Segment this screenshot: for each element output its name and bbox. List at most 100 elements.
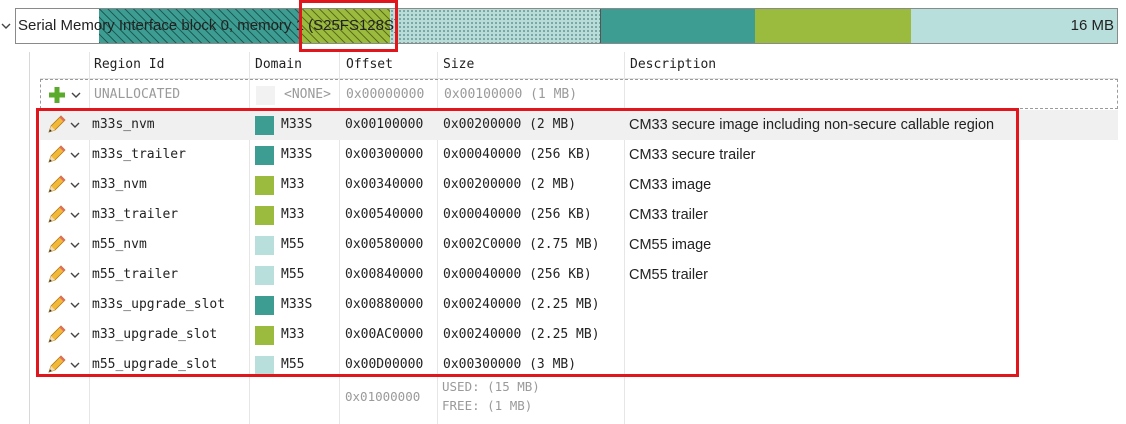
description: CM33 image	[629, 177, 712, 193]
domain: M55	[281, 237, 305, 252]
pencil-icon[interactable]	[46, 204, 68, 226]
size: 0x00200000 (2 MB)	[443, 177, 577, 192]
pencil-icon[interactable]	[46, 114, 68, 136]
region-id: m33_trailer	[92, 207, 179, 222]
memory-label: Serial Memory Interface block 0, memory …	[18, 17, 399, 34]
offset: 0x00AC0000	[345, 327, 424, 342]
region-id: m33_nvm	[92, 177, 147, 192]
description: CM55 trailer	[629, 267, 708, 283]
memory-map-bar[interactable]: Serial Memory Interface block 0, memory …	[15, 8, 1118, 44]
pencil-icon[interactable]	[46, 144, 68, 166]
plus-icon[interactable]	[48, 86, 66, 104]
domain-color-swatch	[255, 236, 274, 255]
domain: M55	[281, 357, 305, 372]
table-header: Region Id Domain Offset Size Description	[40, 52, 1118, 79]
size: 0x00240000 (2.25 MB)	[443, 297, 600, 312]
used-size: USED: (15 MB)	[442, 379, 540, 394]
segment-m33s-upgrade[interactable]	[601, 9, 755, 43]
table-row[interactable]: m33_nvm M33 0x00340000 0x00200000 (2 MB) CM3…	[40, 170, 1118, 200]
domain-color-swatch	[255, 116, 274, 135]
offset: 0x00300000	[345, 147, 424, 162]
table-row[interactable]: m33s_nvm M33S 0x00100000 0x00200000 (2 MB) C…	[40, 110, 1118, 140]
size: 0x00040000 (256 KB)	[443, 147, 592, 162]
chevron-down-icon[interactable]	[69, 119, 81, 131]
size: 0x00200000 (2 MB)	[443, 117, 577, 132]
region-id: m33_upgrade_slot	[92, 327, 218, 342]
domain-color-swatch	[255, 356, 274, 375]
size: 0x00240000 (2.25 MB)	[443, 327, 600, 342]
pencil-icon[interactable]	[46, 174, 68, 196]
offset: 0x00840000	[345, 267, 424, 282]
offset: 0x00100000	[345, 117, 424, 132]
description: CM33 secure trailer	[629, 147, 756, 163]
chevron-down-icon[interactable]	[70, 89, 82, 101]
pencil-icon[interactable]	[46, 354, 68, 376]
table-row-unallocated[interactable]: UNALLOCATED <NONE> 0x00000000 0x00100000…	[40, 79, 1118, 109]
chevron-down-icon[interactable]	[0, 16, 12, 36]
chevron-down-icon[interactable]	[69, 269, 81, 281]
domain: M33	[281, 207, 305, 222]
offset: 0x00540000	[345, 207, 424, 222]
size: 0x00040000 (256 KB)	[443, 267, 592, 282]
table-row[interactable]: m55_nvm M55 0x00580000 0x002C0000 (2.75 MB)…	[40, 230, 1118, 260]
table-row[interactable]: m33_trailer M33 0x00540000 0x00040000 (256 …	[40, 200, 1118, 230]
chevron-down-icon[interactable]	[69, 359, 81, 371]
description: CM55 image	[629, 237, 712, 253]
domain-color-swatch	[255, 266, 274, 285]
chevron-down-icon[interactable]	[69, 149, 81, 161]
table-row[interactable]: m33_upgrade_slot M33 0x00AC0000 0x00240000 …	[40, 320, 1118, 350]
offset: 0x00000000	[346, 87, 425, 102]
domain-color-swatch	[256, 86, 275, 105]
free-size: FREE: (1 MB)	[442, 398, 533, 413]
header-size[interactable]: Size	[443, 52, 474, 78]
domain: M33	[281, 177, 305, 192]
region-id: m55_trailer	[92, 267, 179, 282]
region-id: m33s_upgrade_slot	[92, 297, 226, 312]
size: 0x002C0000 (2.75 MB)	[443, 237, 600, 252]
tree-guide-line	[29, 52, 30, 424]
domain: M33	[281, 327, 305, 342]
size: 0x00300000 (3 MB)	[443, 357, 577, 372]
region-id: m55_upgrade_slot	[92, 357, 218, 372]
table-row[interactable]: m55_trailer M55 0x00840000 0x00040000 (256 …	[40, 260, 1118, 290]
total-offset: 0x01000000	[345, 389, 421, 404]
offset: 0x00880000	[345, 297, 424, 312]
header-description[interactable]: Description	[630, 52, 716, 78]
domain: M33S	[281, 117, 313, 132]
header-domain[interactable]: Domain	[255, 52, 302, 78]
header-region-id[interactable]: Region Id	[94, 52, 164, 78]
segment-m33-upgrade[interactable]	[755, 9, 911, 43]
size: 0x00100000 (1 MB)	[444, 87, 578, 102]
description: CM33 trailer	[629, 207, 708, 223]
description: CM33 secure image including non-secure c…	[629, 117, 995, 133]
domain-color-swatch	[255, 176, 274, 195]
pencil-icon[interactable]	[46, 294, 68, 316]
chevron-down-icon[interactable]	[69, 239, 81, 251]
table-row[interactable]: m55_upgrade_slot M55 0x00D00000 0x00300000 …	[40, 350, 1118, 380]
pencil-icon[interactable]	[46, 324, 68, 346]
pencil-icon[interactable]	[46, 234, 68, 256]
domain-color-swatch	[255, 326, 274, 345]
offset: 0x00580000	[345, 237, 424, 252]
chevron-down-icon[interactable]	[69, 299, 81, 311]
chevron-down-icon[interactable]	[69, 329, 81, 341]
chevron-down-icon[interactable]	[69, 179, 81, 191]
region-id: m55_nvm	[92, 237, 147, 252]
region-id: UNALLOCATED	[94, 87, 181, 102]
domain: <NONE>	[284, 87, 331, 102]
domain-color-swatch	[255, 296, 274, 315]
memory-regions-table: Region Id Domain Offset Size Description…	[40, 52, 1118, 424]
table-row[interactable]: m33s_trailer M33S 0x00300000 0x00040000 (25…	[40, 140, 1118, 170]
pencil-icon[interactable]	[46, 264, 68, 286]
offset: 0x00340000	[345, 177, 424, 192]
segment-m55-nvm[interactable]	[390, 9, 600, 43]
size: 0x00040000 (256 KB)	[443, 207, 592, 222]
offset: 0x00D00000	[345, 357, 424, 372]
domain: M33S	[281, 297, 313, 312]
region-id: m33s_nvm	[92, 117, 155, 132]
region-id: m33s_trailer	[92, 147, 186, 162]
table-row[interactable]: m33s_upgrade_slot M33S 0x00880000 0x0024000…	[40, 290, 1118, 320]
memory-size: 16 MB	[1070, 17, 1114, 34]
chevron-down-icon[interactable]	[69, 209, 81, 221]
header-offset[interactable]: Offset	[346, 52, 393, 78]
